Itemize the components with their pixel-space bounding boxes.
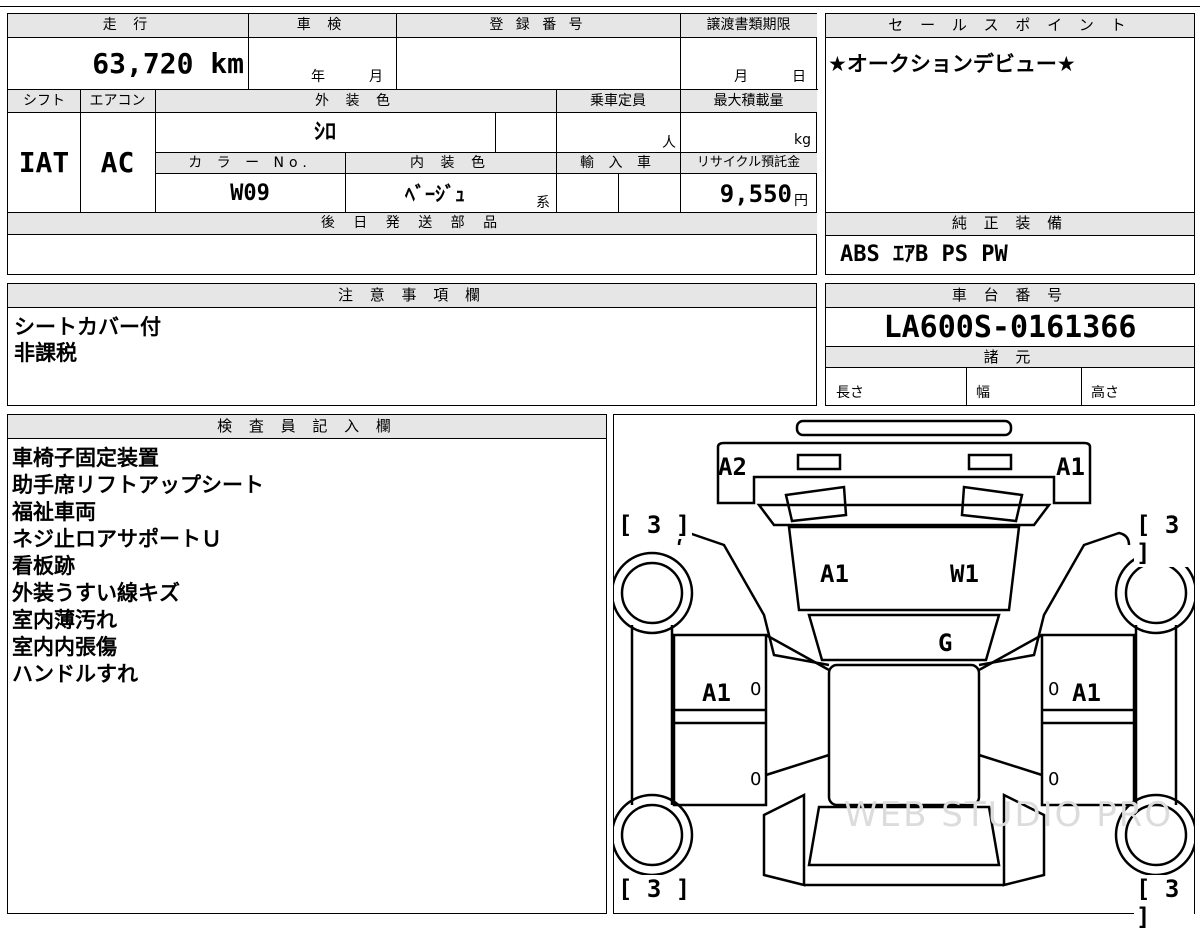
inspector-header: 検 査 員 記 入 欄 [8, 415, 606, 439]
spec-height: 高さ [1091, 385, 1119, 401]
label-hood-right: W1 [950, 560, 979, 588]
genuine-equipment-panel: 純 正 装 備 ABS ｴｱB PS PW [825, 212, 1195, 275]
tire-front-left: [ 3 ] [616, 511, 693, 539]
caution-panel: 注 意 事 項 欄 シートカバー付 非課税 [7, 283, 817, 406]
max-load-header: 最大積載量 [680, 90, 817, 113]
tire-front-right: [ 3 ] [1134, 511, 1194, 567]
damage-diagram-panel: A2 A1 A1 W1 G A1 A1 [ 3 ] [ 3 ] [ 3 ] [ … [613, 414, 1195, 931]
exterior-color-value: ｼﾛ [313, 120, 336, 145]
spec-length: 長さ [836, 385, 864, 401]
tire-rear-left: [ 3 ] [616, 875, 693, 903]
label-windshield: G [938, 629, 953, 657]
color-no-value: W09 [230, 181, 270, 206]
genuine-equipment-header: 純 正 装 備 [826, 213, 1194, 236]
genuine-equipment-text: ABS ｴｱB PS PW [840, 242, 1008, 267]
registration-header: 登 録 番 号 [396, 14, 680, 38]
max-load-unit: kg [794, 132, 811, 148]
label-front-right: A1 [1056, 453, 1085, 481]
sales-point-text: ★オークションデビュー★ [828, 52, 1076, 76]
recycle-unit: 円 [794, 193, 808, 209]
exterior-color-header: 外 装 色 [155, 90, 556, 113]
marker-zero: 0 [750, 679, 762, 700]
label-door-right: A1 [1072, 679, 1101, 707]
spec-width: 幅 [976, 385, 990, 401]
inspection-year: 年 [311, 69, 325, 85]
recycle-value: 9,550 [719, 180, 792, 208]
chassis-header: 車 台 番 号 [826, 284, 1194, 308]
transfer-day: 日 [792, 69, 806, 85]
interior-color-value: ﾍﾞｰｼﾞｭ [405, 182, 465, 206]
top-strip [0, 0, 1200, 7]
aircon-header: エアコン [80, 90, 155, 113]
mileage-header: 走 行 [8, 14, 248, 38]
capacity-header: 乗車定員 [556, 90, 680, 113]
capacity-unit: 人 [662, 135, 676, 151]
interior-color-suffix: 系 [536, 195, 550, 211]
inspector-text: 車椅子固定装置 助手席リフトアップシート 福祉車両 ネジ止ロアサポートＵ 看板跡… [12, 446, 264, 686]
label-front-left: A2 [718, 453, 747, 481]
marker-zero: 0 [1048, 769, 1060, 790]
sales-point-header: セ ー ル ス ポ イ ン ト [826, 14, 1194, 38]
interior-color-header: 内 装 色 [345, 152, 556, 174]
recycle-header: リサイクル預託金 [680, 152, 817, 174]
transfer-month: 月 [734, 69, 748, 85]
marker-zero: 0 [1048, 679, 1060, 700]
inspector-panel: 検 査 員 記 入 欄 車椅子固定装置 助手席リフトアップシート 福祉車両 ネジ… [7, 414, 607, 914]
marker-zero: 0 [750, 769, 762, 790]
chassis-panel: 車 台 番 号 LA600S-0161366 諸 元 長さ 幅 高さ [825, 283, 1195, 406]
specs-header: 諸 元 [826, 346, 1194, 368]
color-no-header: カ ラ ー No. [155, 152, 345, 174]
inspection-month: 月 [369, 69, 383, 85]
vehicle-info-table: 走 行 車 検 登 録 番 号 譲渡書類期限 63,720 km 年 月 月 日… [7, 13, 818, 275]
chassis-number: LA600S-0161366 [883, 310, 1137, 345]
shift-header: シフト [8, 90, 80, 113]
caution-text: シートカバー付 非課税 [14, 315, 161, 365]
shift-value: IAT [18, 146, 70, 179]
aircon-value: AC [100, 146, 135, 179]
caution-header: 注 意 事 項 欄 [8, 284, 816, 308]
mileage-value: 63,720 km [92, 47, 244, 80]
later-parts-header: 後 日 発 送 部 品 [8, 212, 817, 235]
tire-rear-right: [ 3 ] [1134, 875, 1194, 931]
inspection-header: 車 検 [248, 14, 396, 38]
sales-point-panel: セ ー ル ス ポ イ ン ト ★オークションデビュー★ [825, 13, 1195, 213]
label-hood-left: A1 [820, 560, 849, 588]
watermark: WEB STUDIO PRO [844, 795, 1174, 835]
transfer-header: 譲渡書類期限 [680, 14, 817, 38]
label-door-left: A1 [702, 679, 731, 707]
import-header: 輸 入 車 [556, 152, 680, 174]
